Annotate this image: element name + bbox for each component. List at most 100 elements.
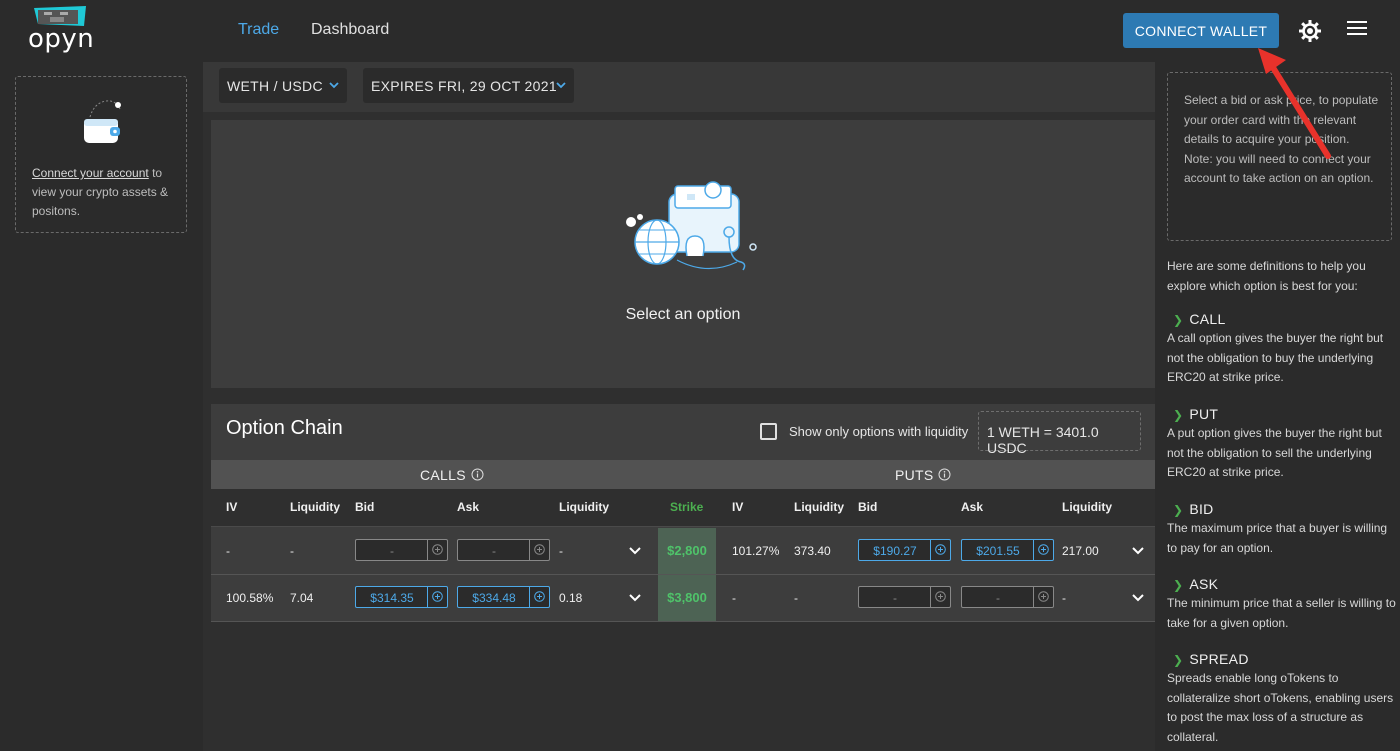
put-bid-button[interactable]: -: [858, 586, 951, 608]
option-chain-title: Option Chain: [226, 417, 343, 439]
connect-wallet-button[interactable]: CONNECT WALLET: [1123, 13, 1279, 48]
definition-heading[interactable]: ❯ PUT: [1167, 406, 1397, 422]
calls-label: CALLS: [420, 467, 466, 483]
col-call-ask: Ask: [457, 500, 480, 514]
connect-account-text: Connect your account to view your crypto…: [32, 164, 182, 221]
definition-heading[interactable]: ❯ BID: [1167, 501, 1397, 517]
calls-puts-header: CALLS PUTS: [211, 460, 1155, 489]
menu-icon[interactable]: [1347, 21, 1367, 39]
chevron-down-icon[interactable]: [1132, 547, 1144, 555]
call-iv: 100.58%: [226, 591, 274, 605]
opyn-logo[interactable]: opyn: [28, 4, 98, 54]
col-put-iv: IV: [732, 500, 744, 514]
definition-text: The minimum price that a seller is willi…: [1167, 596, 1396, 630]
plus-circle-icon[interactable]: [1033, 587, 1053, 607]
connect-account-link[interactable]: Connect your account: [32, 166, 149, 180]
definition-call: ❯ CALL A call option gives the buyer the …: [1167, 311, 1397, 388]
gear-icon[interactable]: [1298, 19, 1322, 43]
col-call-bid: Bid: [355, 500, 375, 514]
select-option-panel: Select an option: [211, 120, 1155, 388]
order-hint-instruction: Select a bid or ask price, to populate y…: [1184, 93, 1379, 146]
column-header-row: IV Liquidity Bid Ask Liquidity Strike IV…: [211, 489, 1155, 527]
call-bid-button[interactable]: -: [355, 539, 448, 561]
put-ask-button[interactable]: -: [961, 586, 1054, 608]
put-liquidity: -: [794, 591, 798, 605]
connect-account-card: Connect your account to view your crypto…: [15, 76, 187, 233]
option-chain-panel: Option Chain Show only options with liqu…: [211, 404, 1155, 622]
col-put-bid: Bid: [858, 500, 878, 514]
arrow-right-icon: ❯: [1173, 653, 1184, 667]
pair-dropdown-value: WETH / USDC: [227, 78, 323, 94]
call-liquidity-2: -: [559, 544, 563, 558]
put-ask-button[interactable]: $201.55: [961, 539, 1054, 561]
table-row: - - - - - $2,800 101.27% 373.40 $190.27 …: [211, 528, 1155, 575]
top-header: opyn Trade Dashboard CONNECT WALLET: [0, 0, 1400, 62]
put-bid-button[interactable]: $190.27: [858, 539, 951, 561]
strike-price: $2,800: [658, 528, 716, 574]
arrow-right-icon: ❯: [1173, 313, 1184, 327]
col-put-liquidity: Liquidity: [794, 500, 844, 514]
put-bid-value: $190.27: [873, 544, 917, 558]
call-ask-value: -: [492, 544, 496, 558]
put-iv: -: [732, 591, 736, 605]
definition-heading[interactable]: ❯ CALL: [1167, 311, 1397, 327]
col-put-ask: Ask: [961, 500, 984, 514]
call-bid-button[interactable]: $314.35: [355, 586, 448, 608]
call-liquidity: -: [290, 544, 294, 558]
chevron-down-icon[interactable]: [629, 594, 641, 602]
call-ask-value: $334.48: [472, 591, 516, 605]
pair-dropdown[interactable]: WETH / USDC: [219, 68, 347, 103]
expiry-dropdown[interactable]: EXPIRES FRI, 29 OCT 2021: [363, 68, 574, 103]
liquidity-filter-checkbox[interactable]: [760, 423, 777, 440]
definition-heading[interactable]: ❯ SPREAD: [1167, 651, 1397, 667]
select-option-text: Select an option: [625, 306, 741, 323]
call-ask-button[interactable]: $334.48: [457, 586, 550, 608]
order-hint-box: Select a bid or ask price, to populate y…: [1167, 72, 1392, 241]
arrow-right-icon: ❯: [1173, 408, 1184, 422]
left-sidebar: Connect your account to view your crypto…: [0, 62, 203, 751]
definitions-intro: Here are some definitions to help you ex…: [1167, 259, 1366, 293]
col-strike: Strike: [670, 500, 704, 514]
plus-circle-icon[interactable]: [529, 540, 549, 560]
definition-term: CALL: [1189, 311, 1226, 327]
spot-price-reference: 1 WETH = 3401.0 USDC: [978, 411, 1141, 456]
definition-spread: ❯ SPREAD Spreads enable long oTokens to c…: [1167, 651, 1397, 747]
plus-circle-icon[interactable]: [529, 587, 549, 607]
definition-heading[interactable]: ❯ ASK: [1167, 576, 1397, 592]
strike-price: $3,800: [658, 575, 716, 621]
liquidity-filter-label[interactable]: Show only options with liquidity: [789, 424, 968, 439]
plus-circle-icon[interactable]: [930, 587, 950, 607]
call-bid-value: -: [390, 544, 394, 558]
call-liquidity-2: 0.18: [559, 591, 583, 605]
definition-text: The maximum price that a buyer is willin…: [1167, 521, 1388, 555]
definition-term: BID: [1189, 501, 1214, 517]
col-call-liquidity: Liquidity: [290, 500, 340, 514]
call-bid-value: $314.35: [370, 591, 414, 605]
order-hint-text: Select a bid or ask price, to populate y…: [1184, 91, 1384, 189]
col-call-iv: IV: [226, 500, 238, 514]
chevron-down-icon[interactable]: [1132, 594, 1144, 602]
definition-text: A call option gives the buyer the right …: [1167, 331, 1384, 384]
plus-circle-icon[interactable]: [427, 587, 447, 607]
wallet-icon: [84, 100, 121, 143]
info-icon[interactable]: [471, 468, 484, 481]
call-liquidity: 7.04: [290, 591, 314, 605]
filter-bar: WETH / USDC EXPIRES FRI, 29 OCT 2021: [203, 62, 1155, 112]
call-ask-button[interactable]: -: [457, 539, 550, 561]
plus-circle-icon[interactable]: [427, 540, 447, 560]
arrow-right-icon: ❯: [1173, 503, 1184, 517]
plus-circle-icon[interactable]: [1033, 540, 1053, 560]
definition-term: ASK: [1189, 576, 1219, 592]
definition-ask: ❯ ASK The minimum price that a seller is …: [1167, 576, 1397, 633]
info-icon[interactable]: [938, 468, 951, 481]
definition-term: PUT: [1189, 406, 1219, 422]
expiry-dropdown-value: EXPIRES FRI, 29 OCT 2021: [371, 78, 557, 94]
nav-trade[interactable]: Trade: [238, 21, 279, 39]
logo-text: opyn: [28, 24, 95, 54]
order-hint-note: Note: you will need to connect your acco…: [1184, 151, 1374, 186]
plus-circle-icon[interactable]: [930, 540, 950, 560]
chevron-down-icon: [556, 82, 566, 89]
wallet-globe-illustration-icon: [626, 181, 757, 271]
chevron-down-icon[interactable]: [629, 547, 641, 555]
nav-dashboard[interactable]: Dashboard: [311, 21, 389, 39]
